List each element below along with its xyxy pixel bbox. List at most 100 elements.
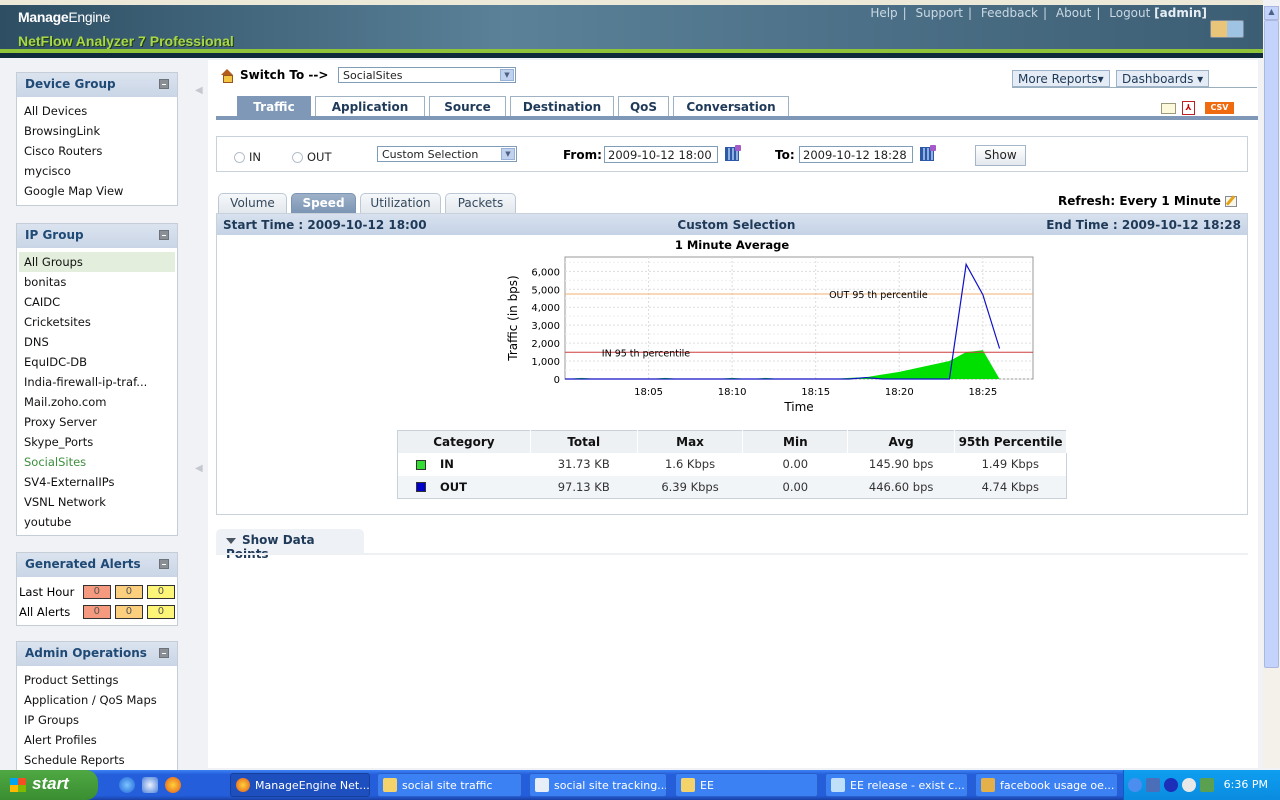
major-alert-count[interactable]: 0 xyxy=(114,605,143,619)
show-hidden-icons[interactable] xyxy=(1128,778,1142,792)
show-button[interactable]: Show xyxy=(975,145,1026,166)
admin-item-schedule-reports[interactable]: Schedule Reports xyxy=(17,750,177,770)
security-alert-icon[interactable] xyxy=(1200,778,1214,792)
internet-explorer-icon[interactable] xyxy=(119,777,135,793)
taskbar-window-managengine[interactable]: ManageEngine Net... xyxy=(230,773,370,797)
messenger-icon[interactable] xyxy=(1182,778,1196,792)
ip-group-item-all-groups[interactable]: All Groups xyxy=(19,252,175,272)
more-reports-button[interactable]: More Reports▾ xyxy=(1012,70,1110,87)
ip-group-item[interactable]: youtube xyxy=(17,512,177,532)
out-radio[interactable]: OUT xyxy=(292,150,332,164)
ip-group-panel: IP Group All Groups bonitas CAIDC Cricke… xyxy=(16,223,178,536)
end-time: End Time : 2009-10-12 18:28 xyxy=(1046,217,1241,232)
in-radio[interactable]: IN xyxy=(234,150,261,164)
period-select[interactable]: Custom Selection ▼ xyxy=(377,146,517,162)
dashboards-button[interactable]: Dashboards ▾ xyxy=(1116,70,1210,87)
taskbar-window-facebook[interactable]: facebook usage oe... xyxy=(975,773,1118,797)
admin-item-product-settings[interactable]: Product Settings xyxy=(17,670,177,690)
collapse-icon[interactable] xyxy=(159,230,169,240)
scroll-thumb[interactable] xyxy=(1264,20,1279,668)
calendar-icon[interactable] xyxy=(920,145,936,161)
audio-monitor-icon[interactable] xyxy=(1164,778,1178,792)
support-link[interactable]: Support xyxy=(916,6,963,20)
device-item-cisco-routers[interactable]: Cisco Routers xyxy=(17,141,177,161)
collapse-icon[interactable] xyxy=(159,79,169,89)
panel-title: Generated Alerts xyxy=(25,557,141,571)
critical-alert-count[interactable]: 0 xyxy=(82,585,111,599)
ip-group-item[interactable]: Proxy Server xyxy=(17,412,177,432)
collapse-sidebar-icon[interactable]: ◀ xyxy=(195,85,203,96)
csv-export-button[interactable]: CSV xyxy=(1205,102,1234,114)
tab-destination[interactable]: Destination xyxy=(510,96,614,117)
taskbar-window-ee-release[interactable]: EE release - exist c... xyxy=(825,773,968,797)
minor-alert-count[interactable]: 0 xyxy=(146,585,175,599)
tab-conversation[interactable]: Conversation xyxy=(673,96,789,117)
tab-source[interactable]: Source xyxy=(429,96,506,117)
minor-alert-count[interactable]: 0 xyxy=(146,605,175,619)
ip-group-item[interactable]: Cricketsites xyxy=(17,312,177,332)
device-item-google-map-view[interactable]: Google Map View xyxy=(17,181,177,201)
to-label: To: xyxy=(775,148,795,162)
ip-group-item[interactable]: bonitas xyxy=(17,272,177,292)
collapse-icon[interactable] xyxy=(159,648,169,658)
tab-traffic[interactable]: Traffic xyxy=(237,96,311,117)
outlook-icon[interactable] xyxy=(142,777,158,793)
ip-group-item[interactable]: SV4-ExternalIPs xyxy=(17,472,177,492)
ip-group-item[interactable]: CAIDC xyxy=(17,292,177,312)
tab-qos[interactable]: QoS xyxy=(618,96,669,117)
to-date-input[interactable]: 2009-10-12 18:28 xyxy=(799,146,913,163)
taskbar-window-folder[interactable]: social site traffic xyxy=(377,773,522,797)
ip-group-item[interactable]: VSNL Network xyxy=(17,492,177,512)
vertical-scrollbar[interactable]: ▲ xyxy=(1263,6,1280,768)
show-data-points-toggle[interactable]: Show Data Points xyxy=(216,529,364,561)
radio-circle[interactable] xyxy=(234,151,245,163)
ip-group-item[interactable]: India-firewall-ip-traf... xyxy=(17,372,177,392)
admin-item-ip-groups[interactable]: IP Groups xyxy=(17,710,177,730)
subtab-packets[interactable]: Packets xyxy=(445,193,516,213)
subtab-speed[interactable]: Speed xyxy=(291,193,356,213)
radio-circle[interactable] xyxy=(292,151,303,163)
subtab-utilization[interactable]: Utilization xyxy=(360,193,441,213)
email-icon[interactable] xyxy=(1161,102,1176,114)
device-item-all-devices[interactable]: All Devices xyxy=(17,101,177,121)
ip-group-item-socialsites[interactable]: SocialSites xyxy=(17,452,177,472)
pdf-icon[interactable]: ⅄ xyxy=(1182,101,1195,115)
from-date-input[interactable]: 2009-10-12 18:00 xyxy=(604,146,718,163)
device-item-mycisco[interactable]: mycisco xyxy=(17,161,177,181)
ip-group-item[interactable]: Mail.zoho.com xyxy=(17,392,177,412)
taskbar-window-document[interactable]: social site tracking.... xyxy=(529,773,667,797)
talkback-icon[interactable] xyxy=(1210,20,1244,38)
collapse-icon[interactable] xyxy=(159,559,169,569)
logout-link[interactable]: Logout xyxy=(1109,6,1150,20)
edit-icon[interactable] xyxy=(1224,196,1237,207)
max-cell: 1.6 Kbps xyxy=(664,457,716,471)
firefox-icon[interactable] xyxy=(165,777,181,793)
admin-item-app-qos-maps[interactable]: Application / QoS Maps xyxy=(17,690,177,710)
start-button[interactable]: start xyxy=(0,770,98,800)
subtab-volume[interactable]: Volume xyxy=(218,193,287,213)
calendar-icon[interactable] xyxy=(725,145,741,161)
scroll-up-icon[interactable]: ▲ xyxy=(1264,6,1279,20)
switch-to-select[interactable]: SocialSites ▼ xyxy=(338,67,516,83)
category-cell: IN xyxy=(398,453,531,476)
table-row: OUT 97.13 KB 6.39 Kbps 0.00 446.60 bps 4… xyxy=(397,475,1067,499)
help-link[interactable]: Help xyxy=(870,6,897,20)
tab-application[interactable]: Application xyxy=(315,96,425,117)
max-cell: 6.39 Kbps xyxy=(637,475,743,499)
ip-group-item[interactable]: DNS xyxy=(17,332,177,352)
taskbar-window-folder-ee[interactable]: EE xyxy=(675,773,818,797)
feedback-link[interactable]: Feedback xyxy=(981,6,1038,20)
metric-tabs: Volume Speed Utilization Packets xyxy=(218,193,520,213)
collapse-sidebar-icon[interactable]: ◀ xyxy=(195,463,203,474)
admin-item-alert-profiles[interactable]: Alert Profiles xyxy=(17,730,177,750)
network-icon[interactable] xyxy=(1146,778,1160,792)
radio-label: IN xyxy=(249,150,261,164)
major-alert-count[interactable]: 0 xyxy=(114,585,143,599)
home-icon[interactable] xyxy=(220,69,234,83)
device-item-browsinglink[interactable]: BrowsingLink xyxy=(17,121,177,141)
critical-alert-count[interactable]: 0 xyxy=(82,605,111,619)
about-link[interactable]: About xyxy=(1056,6,1091,20)
ip-group-item[interactable]: Skype_Ports xyxy=(17,432,177,452)
ip-group-item[interactable]: EquIDC-DB xyxy=(17,352,177,372)
y-tick-label: 0 xyxy=(554,375,560,386)
